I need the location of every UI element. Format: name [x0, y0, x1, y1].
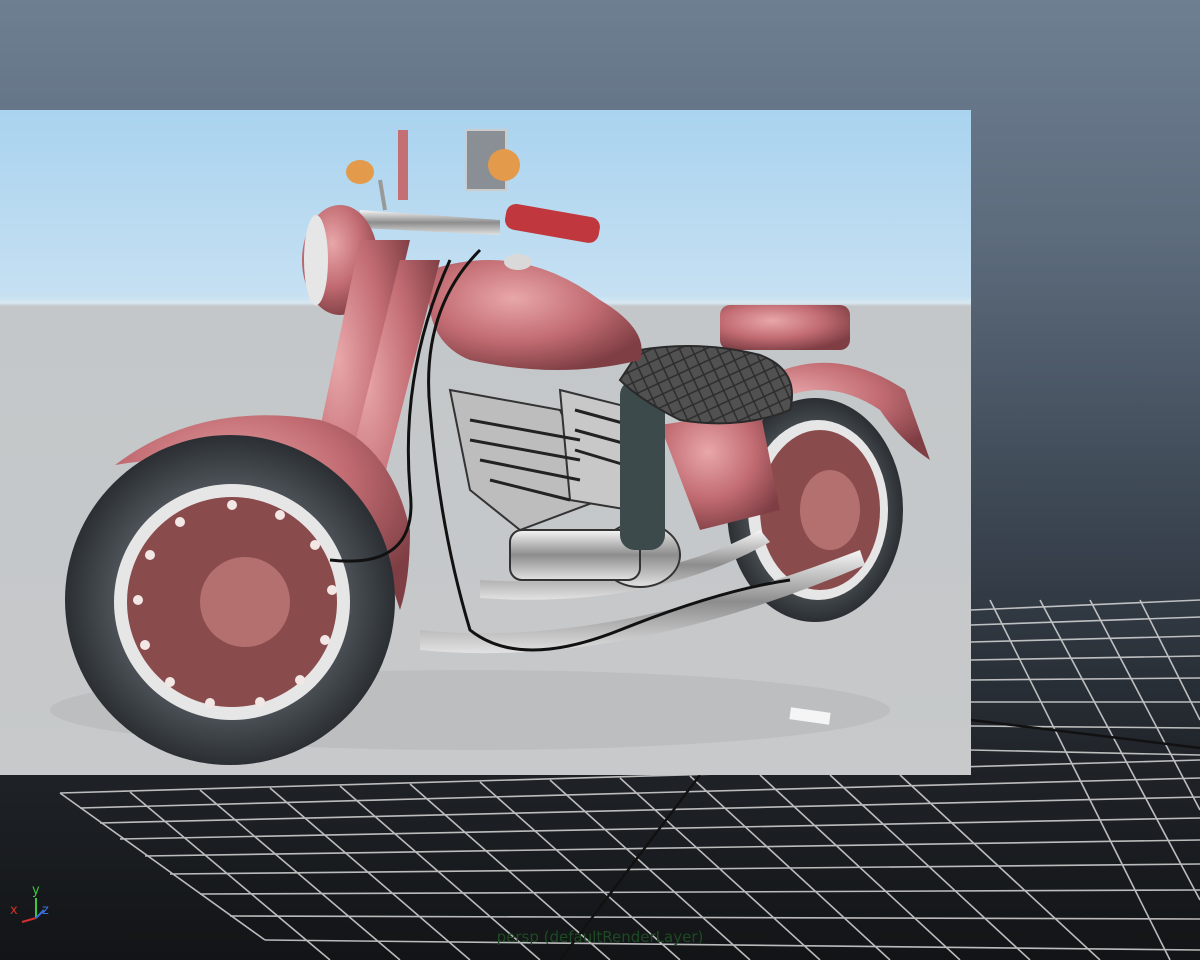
front-wheel [65, 435, 395, 765]
axis-y-label: y [32, 883, 40, 898]
motorcycle-render [50, 129, 930, 765]
axis-z-label: z [42, 903, 49, 918]
render-view[interactable] [0, 110, 971, 775]
axis-x-label: x [10, 903, 18, 918]
camera-name-label: persp (defaultRenderLayer) [496, 928, 704, 946]
maya-viewport[interactable]: y x z persp (defaultRenderLayer) [0, 0, 1200, 960]
